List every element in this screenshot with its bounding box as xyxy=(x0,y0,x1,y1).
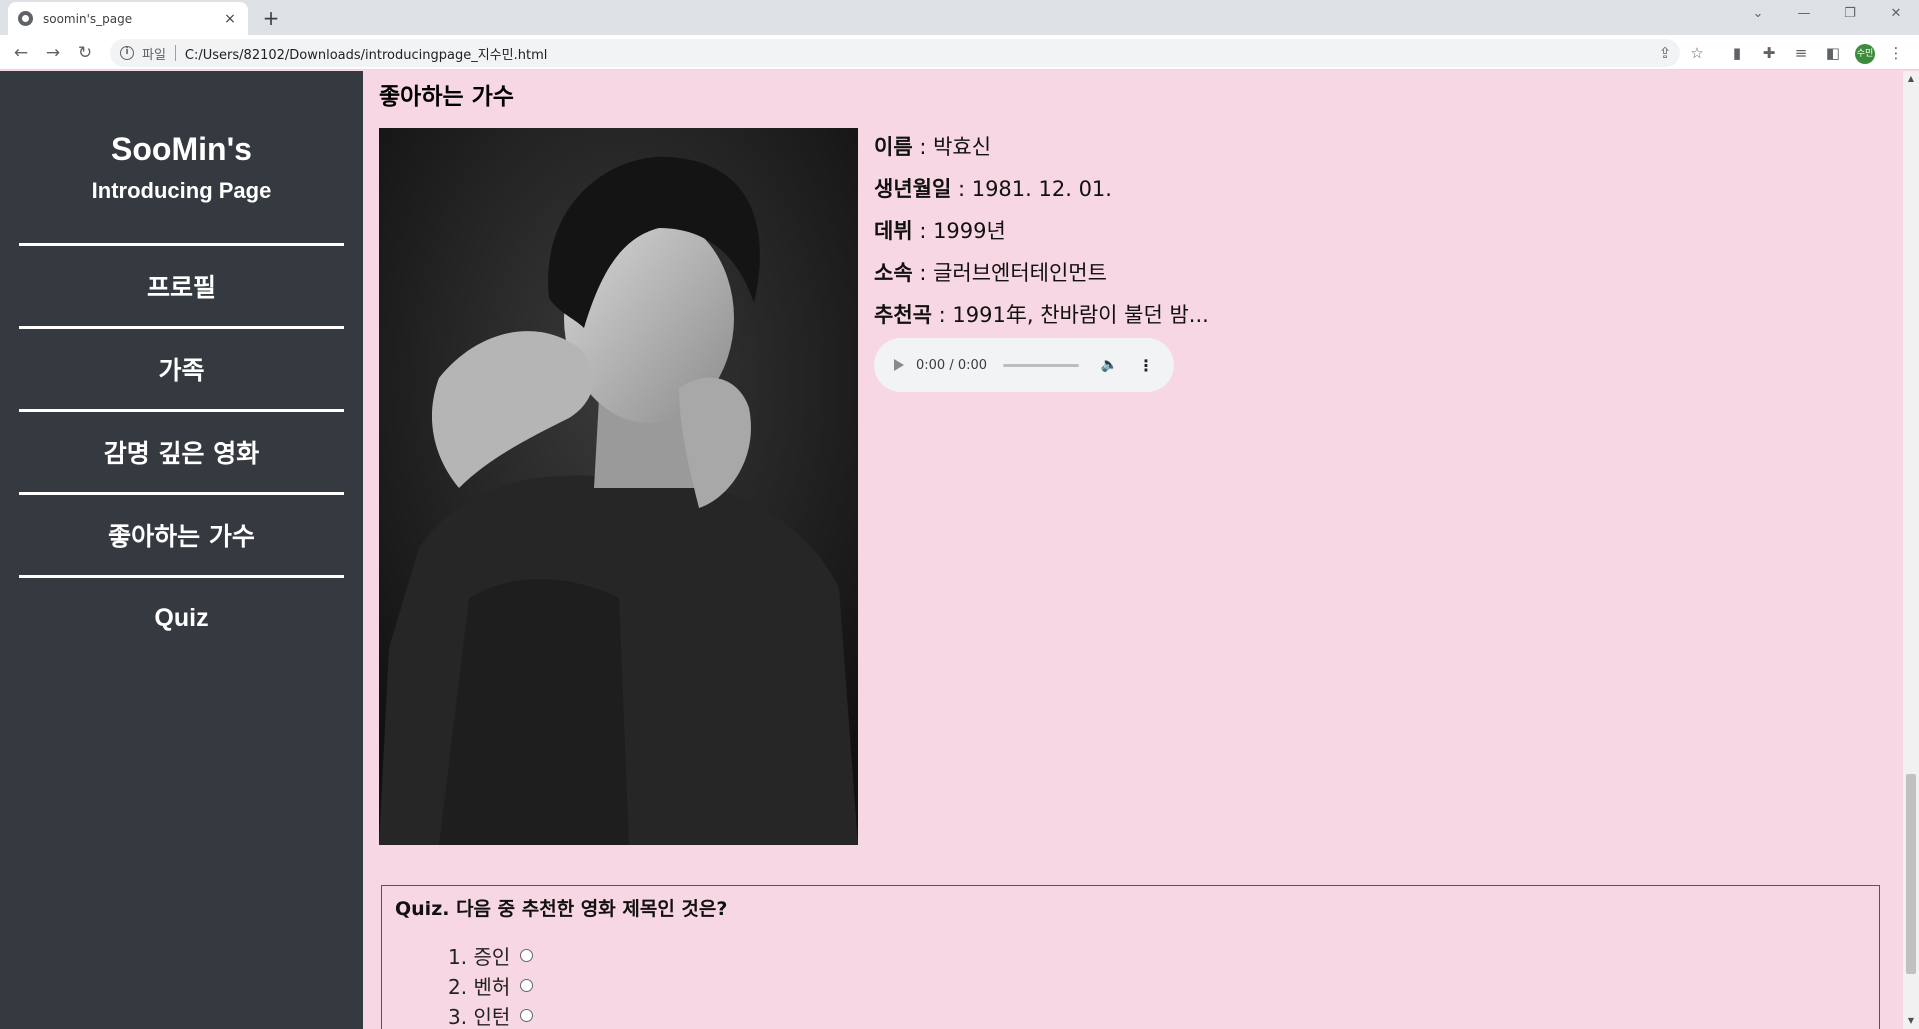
sidebar-item-profile[interactable]: 프로필 xyxy=(19,243,344,326)
tab-title: soomin's_page xyxy=(43,11,133,26)
brand-subtitle: Introducing Page xyxy=(91,178,272,203)
info-icon[interactable]: i xyxy=(120,46,134,60)
info-value: : 1999년 xyxy=(912,219,1006,243)
sidebar-item-movie[interactable]: 감명 깊은 영화 xyxy=(19,409,344,492)
info-key: 추천곡 xyxy=(874,303,932,327)
brand-title: SooMin's xyxy=(111,131,252,167)
more-options-icon[interactable]: ⋮ xyxy=(1138,356,1154,375)
address-scheme-label: 파일 xyxy=(142,47,166,63)
quiz-option-radio[interactable] xyxy=(520,978,534,992)
info-key: 데뷔 xyxy=(874,219,913,243)
share-icon[interactable]: ⇪ xyxy=(1654,42,1676,64)
sidebar: SooMin's Introducing Page 프로필 가족 감명 깊은 영… xyxy=(0,71,363,1029)
browser-tab[interactable]: soomin's_page × xyxy=(8,2,248,35)
back-arrow-icon[interactable]: ← xyxy=(8,40,34,66)
minimize-icon[interactable]: — xyxy=(1781,0,1827,30)
info-row-debut: 데뷔 : 1999년 xyxy=(874,217,1209,259)
forward-arrow-icon[interactable]: → xyxy=(40,40,66,66)
quiz-option-label: 3. 인턴 xyxy=(448,1004,511,1029)
sidebar-nav: 프로필 가족 감명 깊은 영화 좋아하는 가수 Quiz xyxy=(19,243,344,658)
profile-avatar[interactable]: 수민 xyxy=(1855,44,1875,64)
sidebar-item-family[interactable]: 가족 xyxy=(19,326,344,409)
quiz-box: Quiz. 다음 중 추천한 영화 제목인 것은? 1. 증인 2. 벤허 3.… xyxy=(381,885,1880,1029)
quiz-option-radio[interactable] xyxy=(520,948,534,962)
window-close-icon[interactable]: ✕ xyxy=(1873,0,1919,30)
info-row-name: 이름 : 박효신 xyxy=(874,133,1209,175)
singer-info-list: 이름 : 박효신 생년월일 : 1981. 12. 01. 데뷔 : 1999년… xyxy=(874,133,1209,343)
audio-progress-slider[interactable] xyxy=(1003,363,1079,367)
info-value: : 1981. 12. 01. xyxy=(951,177,1112,201)
extensions-puzzle-icon[interactable]: ✚ xyxy=(1758,42,1780,64)
info-value: : 1991年, 찬바람이 불던 밤... xyxy=(931,303,1209,327)
bookmark-star-icon[interactable]: ☆ xyxy=(1686,42,1708,64)
reading-list-icon[interactable]: ≡ xyxy=(1790,42,1812,64)
new-tab-plus-icon[interactable]: + xyxy=(258,5,284,31)
sidebar-item-singer[interactable]: 좋아하는 가수 xyxy=(19,492,344,575)
info-value: : 글러브엔터테인먼트 xyxy=(912,261,1107,285)
side-panel-icon[interactable]: ◧ xyxy=(1822,42,1844,64)
quiz-option: 2. 벤허 xyxy=(448,970,534,1000)
sidebar-item-quiz[interactable]: Quiz xyxy=(19,575,344,658)
brand: SooMin's Introducing Page xyxy=(0,131,363,204)
restore-icon[interactable]: ❐ xyxy=(1827,0,1873,30)
quiz-option-label: 2. 벤허 xyxy=(448,974,511,999)
quiz-option: 3. 인턴 xyxy=(448,1000,534,1029)
audio-time: 0:00 / 0:00 xyxy=(916,357,988,373)
info-key: 생년월일 xyxy=(874,177,952,201)
browser-tab-strip: soomin's_page × + ⌄ — ❐ ✕ xyxy=(0,0,1919,35)
main-content: 좋아하는 가수 이름: 박효신 생년월일: 1981. 12. 01. 데뷔… xyxy=(363,71,1903,1029)
section-heading: 좋아하는 가수 xyxy=(379,84,514,110)
scroll-down-arrow-icon[interactable]: ▼ xyxy=(1903,1013,1919,1029)
page-scrollbar[interactable]: ▲ ▼ xyxy=(1903,71,1919,1029)
quiz-options: 1. 증인 2. 벤허 3. 인턴 xyxy=(448,940,534,1029)
singer-photo xyxy=(379,128,858,845)
info-row-birth: 생년월일 : 1981. 12. 01. xyxy=(874,175,1209,217)
tab-close-icon[interactable]: × xyxy=(222,11,238,27)
browser-toolbar: ← → ↻ i 파일 C:/Users/82102/Downloads/intr… xyxy=(0,35,1919,70)
address-url[interactable]: C:/Users/82102/Downloads/introducingpage… xyxy=(185,44,547,63)
globe-icon xyxy=(18,11,33,26)
info-row-agency: 소속 : 글러브엔터테인먼트 xyxy=(874,259,1209,301)
quiz-question: Quiz. 다음 중 추천한 영화 제목인 것은? xyxy=(395,898,728,920)
address-bar[interactable]: i 파일 C:/Users/82102/Downloads/introducin… xyxy=(110,39,1680,67)
tab-search-chevron-icon[interactable]: ⌄ xyxy=(1735,0,1781,30)
play-icon[interactable] xyxy=(894,359,904,371)
info-key: 소속 xyxy=(874,261,913,285)
extension-badge-icon[interactable]: ▮ xyxy=(1726,42,1748,64)
info-key: 이름 xyxy=(874,135,913,159)
address-divider xyxy=(174,45,176,61)
quiz-option-label: 1. 증인 xyxy=(448,944,511,969)
quiz-option-radio[interactable] xyxy=(520,1008,534,1022)
scrollbar-thumb[interactable] xyxy=(1906,774,1916,974)
browser-menu-icon[interactable]: ⋮ xyxy=(1885,42,1907,64)
info-row-song: 추천곡 : 1991年, 찬바람이 불던 밤... xyxy=(874,301,1209,343)
quiz-option: 1. 증인 xyxy=(448,940,534,970)
reload-icon[interactable]: ↻ xyxy=(72,40,98,66)
scroll-up-arrow-icon[interactable]: ▲ xyxy=(1903,71,1919,87)
singer-photo-illustration xyxy=(379,128,858,845)
info-value: : 박효신 xyxy=(912,135,992,159)
volume-icon[interactable]: 🔈 xyxy=(1101,357,1118,373)
audio-player[interactable]: 0:00 / 0:00 🔈 ⋮ xyxy=(874,338,1174,392)
